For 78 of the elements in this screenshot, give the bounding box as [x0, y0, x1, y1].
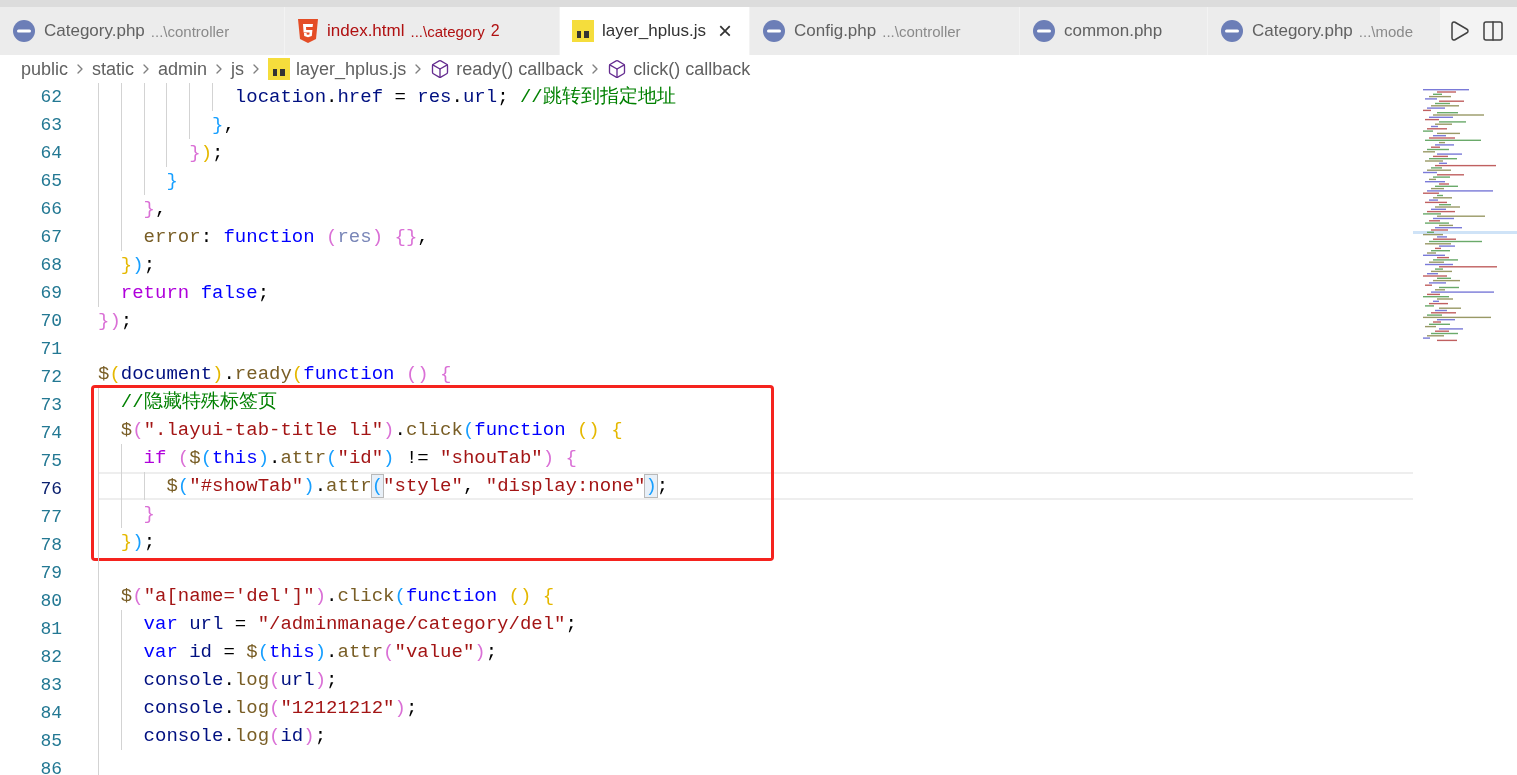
code-line: var url = "/adminmanage/category/del";	[142, 612, 577, 635]
breadcrumb-item[interactable]: layer_hplus.js	[296, 58, 407, 80]
code-line: $("#showTab").attr("style", "display:none");	[165, 475, 669, 498]
code-line: });	[119, 531, 156, 554]
tab-path: ...\controller	[150, 22, 230, 40]
breadcrumb-item[interactable]: ready() callback	[456, 58, 584, 80]
code-line: console.log("12121212");	[142, 696, 418, 719]
line-number: 81	[39, 618, 63, 641]
js-file-icon	[268, 58, 291, 80]
tab-filename: Category.php	[44, 21, 145, 41]
tab-path: ...\category	[410, 22, 485, 40]
breadcrumb-item[interactable]: public	[21, 58, 69, 80]
breadcrumb-item[interactable]: admin	[158, 58, 208, 80]
cube-icon	[607, 59, 628, 79]
editor-tab[interactable]: common.php	[1020, 7, 1208, 55]
code-line: });	[98, 310, 133, 332]
editor-tab[interactable]: index.html ...\category 2	[285, 7, 560, 55]
line-number: 78	[39, 534, 63, 557]
code-line: $(document).ready(function () {	[98, 363, 452, 386]
line-number: 69	[39, 282, 63, 305]
code-line: location.href = res.url; //跳转到指定地址	[233, 86, 676, 108]
breadcrumb-item[interactable]: js	[231, 58, 245, 80]
code-line: var id = $(this).attr("value");	[142, 640, 498, 663]
code-line: });	[119, 254, 156, 276]
line-number: 65	[39, 170, 63, 193]
code-line: $(".layui-tab-title li").click(function () {	[119, 419, 623, 442]
code-line: },	[142, 198, 167, 220]
line-number: 74	[39, 422, 63, 445]
cube-icon	[430, 59, 451, 79]
tab-filename: common.php	[1064, 21, 1163, 41]
code-line: });	[188, 142, 224, 164]
line-number: 76	[39, 478, 63, 501]
line-number: 63	[39, 114, 63, 137]
line-number: 62	[39, 86, 63, 109]
editor-tab[interactable]: Config.php ...\controller	[750, 7, 1020, 55]
breadcrumb-item[interactable]: click() callback	[633, 58, 751, 80]
line-number: 71	[39, 338, 63, 361]
line-number: 77	[39, 506, 63, 529]
line-number: 66	[39, 198, 63, 221]
line-number: 73	[39, 394, 63, 417]
editor-tab[interactable]: Category.php ...\mode	[1208, 7, 1441, 55]
code-line: }	[165, 170, 178, 192]
line-number: 84	[39, 702, 63, 725]
tab-filename: layer_hplus.js	[602, 21, 706, 41]
line-number: 80	[39, 590, 63, 613]
editor-tab[interactable]: Category.php ...\controller	[0, 7, 285, 55]
tab-filename: Category.php	[1252, 21, 1353, 41]
tab-filename: index.html	[327, 21, 405, 41]
split-editor-icon[interactable]	[1481, 19, 1505, 43]
line-number: 83	[39, 674, 63, 697]
code-line: error: function (res) {},	[142, 226, 429, 248]
line-number: 68	[39, 254, 63, 277]
tab-path: ...\mode	[1358, 22, 1413, 40]
code-line: console.log(id);	[142, 724, 327, 747]
code-line: if ($(this).attr("id") != "shouTab") {	[142, 447, 577, 470]
code-line: $("a[name='del']").click(function () {	[119, 584, 555, 607]
code-line: },	[211, 114, 235, 136]
line-number: 72	[39, 366, 63, 389]
code-line: console.log(url);	[142, 668, 338, 691]
code-line: //隐藏特殊标签页	[119, 391, 277, 414]
code-line: }	[142, 503, 155, 526]
close-button[interactable]: ×	[717, 19, 732, 43]
tab-filename: Config.php	[794, 21, 877, 41]
line-number: 82	[39, 646, 63, 669]
code-line: return false;	[119, 282, 270, 304]
line-number: 86	[39, 758, 63, 775]
tab-path: ...\controller	[882, 22, 961, 40]
line-number: 64	[39, 142, 63, 165]
line-number: 79	[39, 562, 63, 585]
html5-icon	[297, 19, 319, 43]
line-number: 85	[39, 730, 63, 753]
js-file-icon	[572, 20, 594, 42]
breadcrumb-item[interactable]: static	[92, 58, 135, 80]
line-number: 75	[39, 450, 63, 473]
line-number: 67	[39, 226, 63, 249]
editor-tab[interactable]: layer_hplus.js ×	[560, 7, 750, 55]
line-number: 70	[39, 310, 63, 333]
problem-count: 2	[490, 22, 500, 40]
